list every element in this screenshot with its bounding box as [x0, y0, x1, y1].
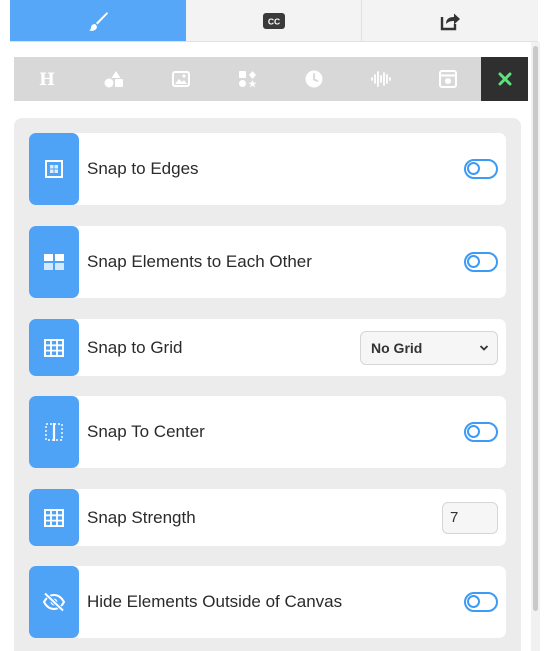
- paintbrush-icon: [88, 11, 108, 31]
- snap-edges-icon: [45, 160, 63, 178]
- setting-row-snap-strength: Snap Strength 7: [29, 489, 506, 546]
- setting-row-snap-edges: Snap to Edges: [29, 133, 506, 205]
- elements-icon: [238, 71, 256, 88]
- setting-label: Hide Elements Outside of Canvas: [87, 592, 343, 611]
- chevron-down-icon: [479, 344, 489, 351]
- tool-heading[interactable]: H: [14, 57, 81, 101]
- image-icon: [171, 71, 190, 87]
- audio-wave-icon: [371, 71, 391, 87]
- setting-row-snap-grid: Snap to Grid No Grid: [29, 319, 506, 376]
- select-value: No Grid: [371, 339, 423, 356]
- scrollbar-thumb[interactable]: [533, 46, 538, 611]
- setting-icon-box: [29, 319, 79, 376]
- tool-shapes[interactable]: [81, 57, 148, 101]
- heading-icon: H: [39, 71, 55, 87]
- setting-label: Snap Strength: [87, 507, 196, 527]
- grid-size-select[interactable]: No Grid: [360, 330, 498, 365]
- eye-slash-icon: [42, 592, 66, 612]
- setting-label: Snap Elements to Each Other: [87, 252, 312, 271]
- toggle-knob: [467, 425, 480, 438]
- snap-settings-panel: Snap to Edges Snap Elements to Each Othe…: [14, 118, 521, 651]
- snap-elements-icon: [44, 254, 64, 270]
- setting-label: Snap to Edges: [87, 159, 199, 178]
- snap-elements-toggle[interactable]: [464, 252, 498, 272]
- setting-label: Snap To Center: [87, 422, 205, 441]
- tool-clock[interactable]: [281, 57, 348, 101]
- tool-elements[interactable]: [214, 57, 281, 101]
- tool-widget[interactable]: [414, 57, 481, 101]
- tab-captions[interactable]: CC: [186, 0, 363, 41]
- grid-icon: [44, 338, 64, 357]
- snap-center-icon: [45, 423, 63, 441]
- closed-captions-icon: CC: [262, 12, 285, 29]
- setting-row-snap-elements: Snap Elements to Each Other: [29, 226, 506, 298]
- svg-text:CC: CC: [267, 16, 279, 26]
- toggle-knob: [467, 255, 480, 268]
- clock-icon: [305, 70, 323, 88]
- tool-image[interactable]: [147, 57, 214, 101]
- tab-share[interactable]: [362, 0, 538, 41]
- tool-audio[interactable]: [348, 57, 415, 101]
- top-tab-bar: CC: [10, 0, 538, 42]
- setting-icon-box: [29, 566, 79, 638]
- toggle-knob: [467, 162, 480, 175]
- shapes-icon: [104, 71, 124, 88]
- setting-icon-box: [29, 133, 79, 205]
- setting-icon-box: [29, 396, 79, 468]
- element-toolbar: H: [14, 57, 528, 101]
- snap-edges-toggle[interactable]: [464, 159, 498, 179]
- setting-icon-box: [29, 226, 79, 298]
- setting-label: Snap to Grid: [87, 337, 183, 357]
- share-icon: [440, 13, 461, 30]
- setting-row-snap-center: Snap To Center: [29, 396, 506, 468]
- setting-row-hide-outside: Hide Elements Outside of Canvas: [29, 566, 506, 638]
- grid-icon: [44, 508, 64, 527]
- close-icon: [498, 72, 512, 86]
- snap-center-toggle[interactable]: [464, 422, 498, 442]
- widget-icon: [438, 70, 457, 88]
- hide-outside-toggle[interactable]: [464, 592, 498, 612]
- setting-icon-box: [29, 489, 79, 546]
- tab-design[interactable]: [10, 0, 186, 41]
- toggle-knob: [467, 595, 480, 608]
- svg-text:H: H: [39, 71, 55, 87]
- close-button[interactable]: [481, 57, 528, 101]
- scrollbar[interactable]: [531, 42, 540, 651]
- snap-strength-input[interactable]: 7: [442, 501, 498, 534]
